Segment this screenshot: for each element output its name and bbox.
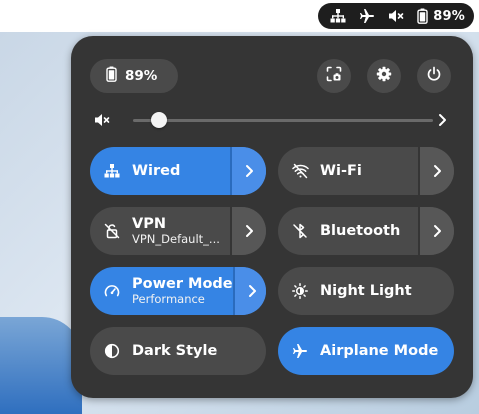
bluetooth-toggle-label: Bluetooth <box>320 222 401 239</box>
power-mode-toggle-label: Power Mode <box>132 276 233 293</box>
battery-percentage-label: 89% <box>125 68 158 84</box>
airplane-icon <box>291 342 309 360</box>
vpn-toggle-main[interactable]: VPN VPN_Default_... <box>90 207 230 255</box>
quick-settings-panel: 89% Wired Wi-Fi VPN VPN_Default_... Blue… <box>71 36 473 398</box>
wifi-menu-arrow[interactable] <box>418 147 454 195</box>
system-status-indicators[interactable]: 89% <box>318 3 474 29</box>
dark-style-icon <box>103 342 121 360</box>
top-bar: 89% <box>0 0 479 32</box>
power-mode-icon <box>103 282 121 300</box>
volume-muted-icon[interactable] <box>94 112 110 132</box>
gear-icon <box>376 66 392 86</box>
wired-menu-arrow[interactable] <box>230 147 266 195</box>
vpn-toggle[interactable]: VPN VPN_Default_... <box>90 207 266 255</box>
volume-slider-handle[interactable] <box>151 112 167 128</box>
power-mode-toggle-main[interactable]: Power Mode Performance <box>90 267 233 315</box>
desktop-window-edge <box>0 317 82 414</box>
wifi-toggle-main[interactable]: Wi-Fi <box>278 147 418 195</box>
volume-control <box>91 109 453 131</box>
screenshot-button[interactable] <box>317 59 351 93</box>
power-button[interactable] <box>417 59 451 93</box>
bluetooth-disabled-icon <box>291 222 309 240</box>
volume-muted-icon <box>388 8 404 24</box>
dark-style-toggle-label: Dark Style <box>132 342 218 359</box>
battery-icon <box>417 8 428 24</box>
night-light-icon <box>291 282 309 300</box>
vpn-disabled-icon <box>103 222 121 240</box>
network-wired-icon <box>103 162 121 180</box>
night-light-toggle-label: Night Light <box>320 282 412 299</box>
power-icon <box>426 66 442 86</box>
airplane-mode-toggle-label: Airplane Mode <box>320 342 439 359</box>
bluetooth-toggle[interactable]: Bluetooth <box>278 207 454 255</box>
power-mode-menu-arrow[interactable] <box>232 267 266 315</box>
dark-style-toggle[interactable]: Dark Style <box>90 327 266 375</box>
airplane-mode-toggle[interactable]: Airplane Mode <box>278 327 454 375</box>
wifi-disabled-icon <box>291 162 309 180</box>
dark-style-toggle-main[interactable]: Dark Style <box>90 327 266 375</box>
vpn-menu-arrow[interactable] <box>230 207 266 255</box>
wifi-toggle[interactable]: Wi-Fi <box>278 147 454 195</box>
network-wired-icon <box>330 8 346 24</box>
airplane-icon <box>359 8 375 24</box>
vpn-toggle-subtitle: VPN_Default_... <box>132 232 220 246</box>
battery-indicator: 89% <box>417 8 465 24</box>
wired-toggle-label: Wired <box>132 162 181 179</box>
wired-toggle[interactable]: Wired <box>90 147 266 195</box>
airplane-mode-toggle-main[interactable]: Airplane Mode <box>278 327 454 375</box>
bluetooth-menu-arrow[interactable] <box>418 207 454 255</box>
wired-toggle-main[interactable]: Wired <box>90 147 230 195</box>
battery-status-button[interactable]: 89% <box>90 59 178 93</box>
power-mode-toggle-subtitle: Performance <box>132 292 205 306</box>
settings-button[interactable] <box>367 59 401 93</box>
volume-slider-track[interactable] <box>133 119 433 122</box>
battery-percentage: 89% <box>433 8 465 24</box>
bluetooth-toggle-main[interactable]: Bluetooth <box>278 207 418 255</box>
battery-icon <box>106 66 117 86</box>
wifi-toggle-label: Wi-Fi <box>320 162 362 179</box>
night-light-toggle[interactable]: Night Light <box>278 267 454 315</box>
screenshot-icon <box>326 66 342 86</box>
power-mode-toggle[interactable]: Power Mode Performance <box>90 267 266 315</box>
audio-output-menu-arrow[interactable] <box>433 111 451 133</box>
vpn-toggle-label: VPN <box>132 216 166 233</box>
night-light-toggle-main[interactable]: Night Light <box>278 267 454 315</box>
